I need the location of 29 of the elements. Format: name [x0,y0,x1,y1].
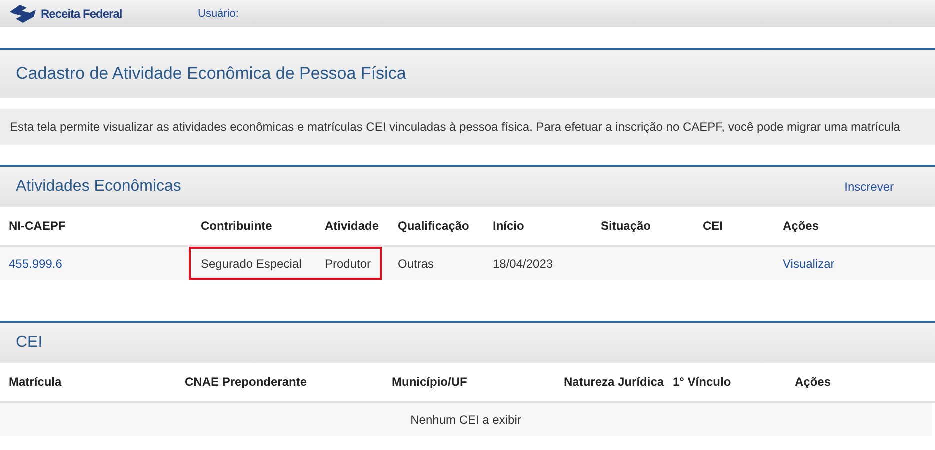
inscrever-link[interactable]: Inscrever [844,180,894,194]
column-header: CEI [703,219,724,233]
table-cell: Produtor [325,256,372,270]
column-header: Ações [783,219,820,233]
column-header: Qualificação [398,219,470,233]
column-header: Matrícula [9,375,63,389]
logo-icon [8,4,38,24]
table-link[interactable]: Visualizar [783,256,835,270]
column-header: NI-CAEPF [9,219,67,233]
column-header: Contribuinte [201,219,274,233]
column-header: Início [493,219,526,233]
column-header: Município/UF [392,375,468,389]
table-cell: Segurado Especial [201,256,302,270]
column-header: Situação [601,219,652,233]
column-header: Ações [795,375,832,389]
table-link[interactable]: 455.999.6 [9,256,62,270]
logo-text: Receita Federal [41,6,122,20]
column-header: CNAE Preponderante [185,375,308,389]
empty-message: Nenhum CEI a exibir [410,412,522,426]
section-title: CEI [16,334,43,352]
column-header: Atividade [325,219,380,233]
description-text: Esta tela permite visualizar as atividades econômicas e matrículas CEI vinculadas à pessoa física. Para efetuar a inscrição no CAEPF, você pode migrar uma matrícula [0,109,935,145]
section-title: Atividades Econômicas [16,178,182,196]
page-title: Cadastro de Atividade Econômica de Pessoa Física [16,64,406,84]
table-cell: Outras [398,256,434,270]
user-label: Usuário: [198,8,239,20]
table-cell: 18/04/2023 [493,256,554,270]
column-header: Natureza Jurídica [564,375,666,389]
column-header: 1° Vínculo [673,375,732,389]
